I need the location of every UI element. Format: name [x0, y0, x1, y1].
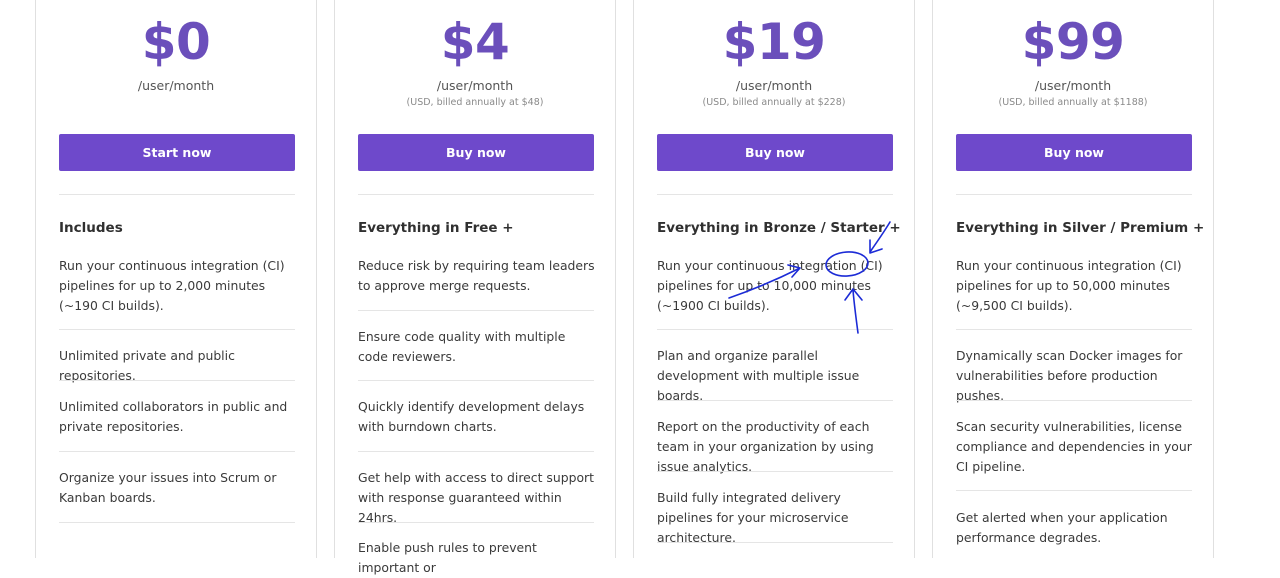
feature-item: Enable push rules to prevent important o…: [358, 540, 537, 575]
divider: [657, 471, 893, 472]
divider: [358, 194, 594, 195]
plan-features-heading: Everything in Free +: [358, 220, 514, 236]
feature-item: Scan security vulnerabilities, license c…: [956, 419, 1192, 474]
buy-now-button[interactable]: Buy now: [956, 134, 1192, 171]
plan-price: $0: [141, 13, 211, 71]
divider: [59, 380, 295, 381]
buy-now-button[interactable]: Buy now: [657, 134, 893, 171]
divider: [956, 194, 1192, 195]
plan-price: $19: [722, 13, 826, 71]
feature-item: Quickly identify development delays with…: [358, 399, 585, 434]
plan-period: /user/month: [1034, 78, 1112, 93]
plan-features-heading: Everything in Bronze / Starter +: [657, 220, 901, 236]
divider: [59, 329, 295, 330]
divider: [358, 451, 594, 452]
plan-card-gold: $99 /user/month (USD, billed annually at…: [932, 0, 1214, 558]
feature-item: Dynamically scan Docker images for vulne…: [956, 348, 1183, 403]
plan-period: /user/month: [735, 78, 813, 93]
divider: [657, 194, 893, 195]
divider: [358, 522, 594, 523]
buy-now-button[interactable]: Buy now: [358, 134, 594, 171]
feature-item: Plan and organize parallel development w…: [657, 348, 860, 403]
feature-item: Organize your issues into Scrum or Kanba…: [59, 470, 277, 505]
plan-billing-note: (USD, billed annually at $48): [406, 97, 544, 108]
plan-billing-note: (USD, billed annually at $1188): [998, 97, 1148, 108]
feature-item: Build fully integrated delivery pipeline…: [657, 490, 849, 545]
plan-features-heading: Everything in Silver / Premium +: [956, 220, 1205, 236]
divider: [956, 400, 1192, 401]
feature-item: Unlimited collaborators in public and pr…: [59, 399, 288, 434]
divider: [657, 329, 893, 330]
divider: [956, 490, 1192, 491]
plan-card-free: $0 /user/month Start now Includes Run yo…: [35, 0, 317, 558]
plan-period: /user/month: [137, 78, 215, 93]
divider: [956, 329, 1192, 330]
divider: [657, 400, 893, 401]
feature-item: Run your continuous integration (CI) pip…: [657, 258, 883, 313]
plan-billing-note: (USD, billed annually at $228): [702, 97, 846, 108]
plan-price: $99: [1021, 13, 1125, 71]
feature-item: Run your continuous integration (CI) pip…: [59, 258, 285, 313]
divider: [59, 522, 295, 523]
feature-item: Get alerted when your application perfor…: [956, 510, 1168, 545]
plan-features-heading: Includes: [59, 220, 123, 236]
plan-card-silver: $19 /user/month (USD, billed annually at…: [633, 0, 915, 558]
plan-period: /user/month: [436, 78, 514, 93]
feature-item: Get help with access to direct support w…: [358, 470, 594, 525]
plan-price: $4: [440, 13, 510, 71]
divider: [657, 542, 893, 543]
feature-item: Run your continuous integration (CI) pip…: [956, 258, 1182, 313]
divider: [358, 310, 594, 311]
feature-item: Ensure code quality with multiple code r…: [358, 329, 566, 364]
divider: [59, 451, 295, 452]
feature-item: Reduce risk by requiring team leaders to…: [358, 258, 595, 293]
divider: [358, 380, 594, 381]
divider: [59, 194, 295, 195]
start-now-button[interactable]: Start now: [59, 134, 295, 171]
plan-card-bronze: $4 /user/month (USD, billed annually at …: [334, 0, 616, 575]
feature-item: Report on the productivity of each team …: [657, 419, 874, 474]
